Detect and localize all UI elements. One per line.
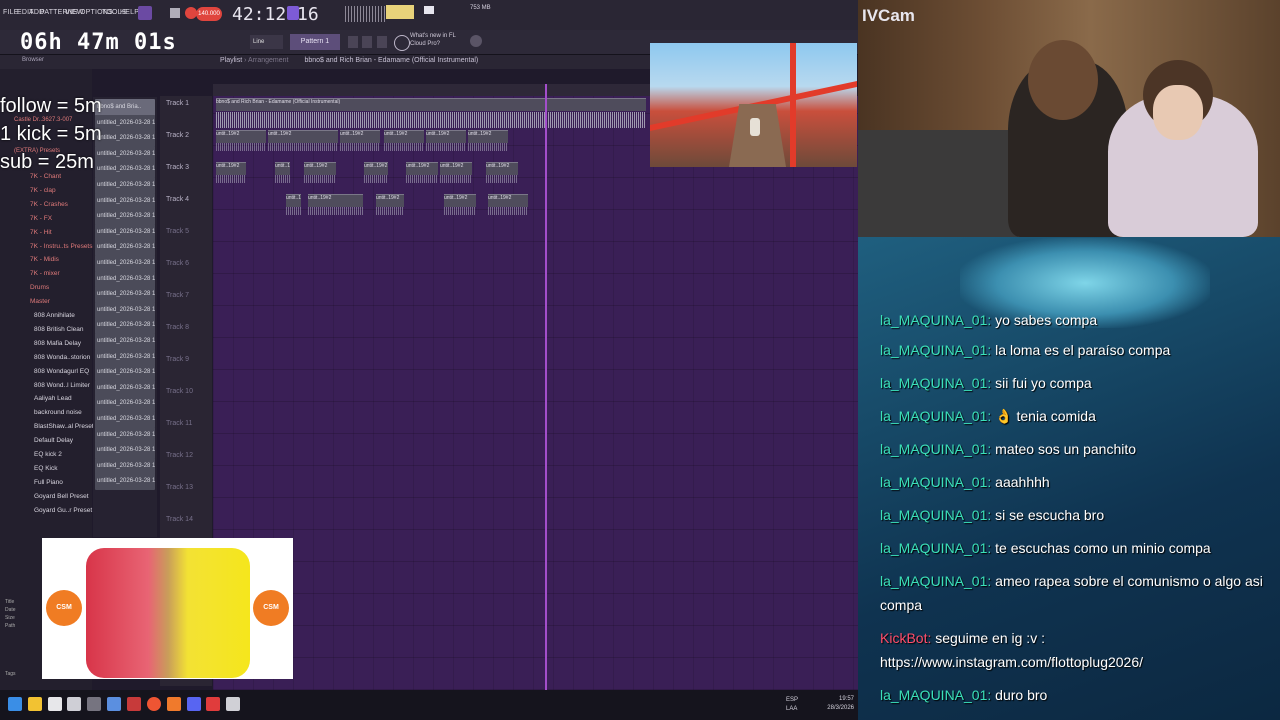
chat-username[interactable]: la_MAQUINA_01: [880,507,991,523]
chat-message: la_MAQUINA_01: yo sabes compa [880,308,1270,332]
capture-icon[interactable] [226,697,240,711]
chat-username[interactable]: la_MAQUINA_01: [880,441,991,457]
chat-text: si se escucha bro [995,507,1105,523]
language-indicator[interactable]: ESP LAA [786,696,798,714]
chat-message: la_MAQUINA_01: la loma es el paraíso com… [880,338,1270,362]
chat-username[interactable]: la_MAQUINA_01: [880,474,991,490]
chat-username[interactable]: la_MAQUINA_01: [880,687,991,703]
clock-date: 28/3/2026 [827,705,854,711]
browser-icon[interactable] [147,697,161,711]
chat-text: te escuchas como un minio compa [995,540,1211,556]
region: LAA [786,706,798,712]
chat-username[interactable]: la_MAQUINA_01: [880,312,991,328]
chat-text: sii fui yo compa [995,375,1092,391]
chat-message: la_MAQUINA_01: sii fui yo compa [880,371,1270,395]
app-icon[interactable] [107,697,121,711]
chat-bot-name[interactable]: KickBot: [880,630,931,646]
pen-icon[interactable] [48,697,62,711]
chat-message: la_MAQUINA_01: si se escucha bro [880,503,1270,527]
chat-text: aaahhhh [995,474,1050,490]
chat-message: KickBot: seguime en ig :v : https://www.… [880,626,1270,674]
chat-username[interactable]: la_MAQUINA_01: [880,342,991,358]
chat-message: la_MAQUINA_01: mateo sos un panchito [880,437,1270,461]
chat-text: 👌 tenia comida [995,408,1096,424]
fl-studio-icon[interactable] [167,697,181,711]
chat-message: la_MAQUINA_01: aaahhhh [880,470,1270,494]
chat-text: duro bro [995,687,1048,703]
chat-username[interactable]: la_MAQUINA_01: [880,375,991,391]
chat-messages: la_MAQUINA_01: yo sabes compa la_MAQUINA_… [0,0,1280,720]
chat-text: yo sabes compa [995,312,1098,328]
chat-text: mateo sos un panchito [995,441,1137,457]
chat-message: la_MAQUINA_01: ameo rapea sobre el comun… [880,569,1270,617]
file-explorer-icon[interactable] [28,697,42,711]
windows-taskbar: ESP LAA 19:57 28/3/2026 [0,690,858,720]
clock-time: 19:57 [838,696,854,702]
chat-message: la_MAQUINA_01: te escuchas como un minio… [880,536,1270,560]
notepad-icon[interactable] [67,697,81,711]
chat-message: la_MAQUINA_01: 👌 tenia comida [880,404,1270,428]
discord-icon[interactable] [187,697,201,711]
language: ESP [786,697,799,703]
chat-username[interactable]: la_MAQUINA_01: [880,540,991,556]
chat-message: la_MAQUINA_01: duro bro [880,683,1270,707]
shield-icon[interactable] [206,697,220,711]
terminal-icon[interactable] [87,697,101,711]
chat-username[interactable]: la_MAQUINA_01: [880,408,991,424]
media-icon[interactable] [127,697,141,711]
system-clock[interactable]: 19:57 28/3/2026 [827,695,854,713]
start-icon[interactable] [8,697,22,711]
chat-text: la loma es el paraíso compa [995,342,1171,358]
chat-username[interactable]: la_MAQUINA_01: [880,573,991,589]
